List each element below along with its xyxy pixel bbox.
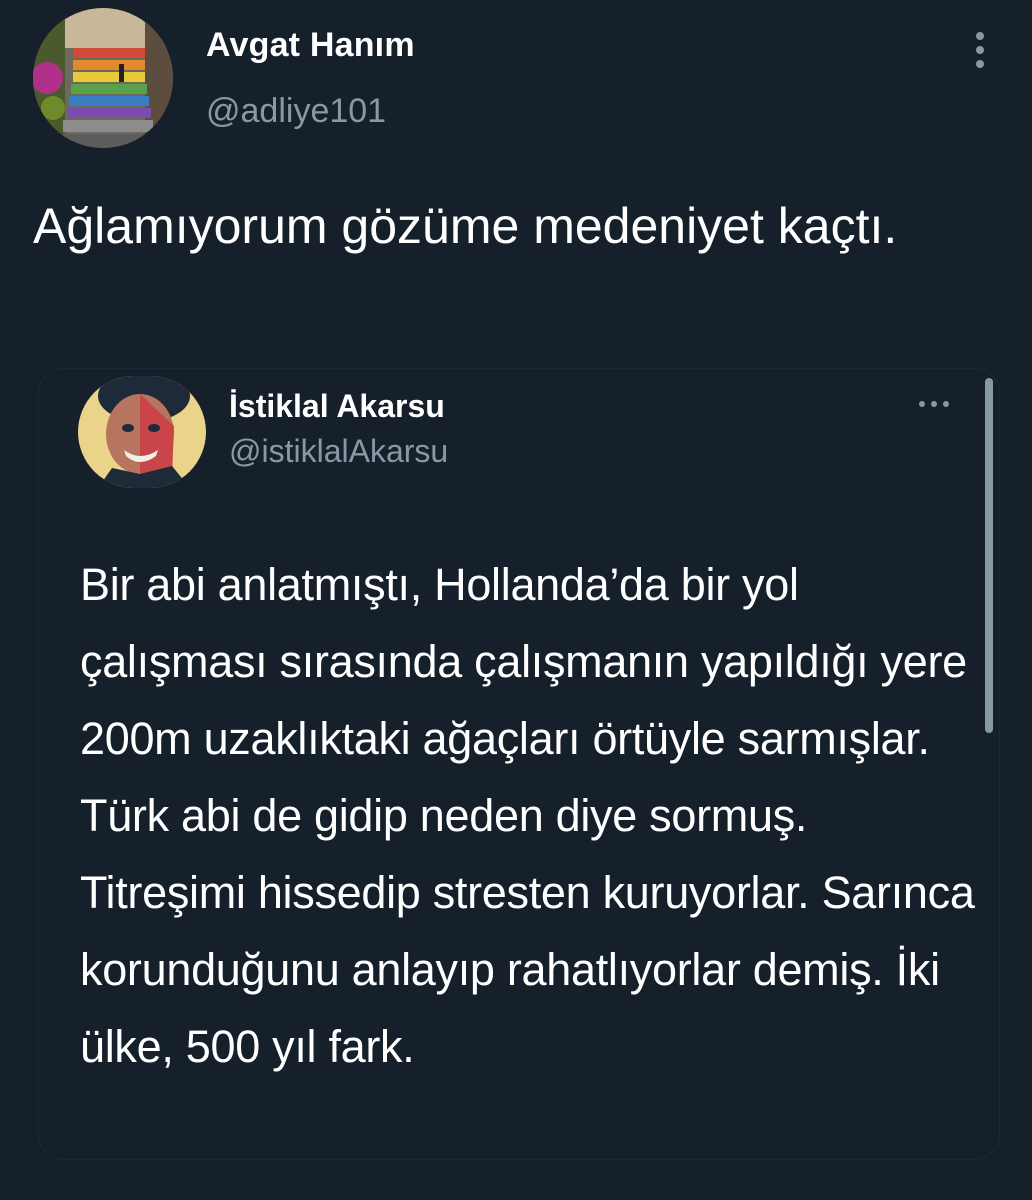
quote-scrollbar[interactable]	[985, 378, 993, 733]
author-avatar[interactable]	[33, 8, 173, 148]
author-name[interactable]: Avgat Hanım	[206, 26, 415, 65]
more-vertical-icon[interactable]	[966, 28, 994, 72]
stairs-photo-icon	[33, 8, 173, 148]
quoted-author-handle[interactable]: @istiklalAkarsu	[229, 433, 448, 470]
quoted-author-name[interactable]: İstiklal Akarsu	[229, 388, 445, 425]
quoted-author-avatar[interactable]	[78, 376, 206, 488]
quoted-tweet-text: Bir abi anlatmıştı, Hollanda’da bir yol …	[80, 559, 975, 1072]
tweet-text: Ağlamıyorum gözüme medeniyet kaçtı.	[33, 198, 898, 254]
tweet-detail-view: Avgat Hanım @adliye101 Ağlamıyorum gözüm…	[0, 0, 1032, 1200]
man-portrait-icon	[78, 376, 206, 488]
more-horizontal-icon[interactable]	[914, 392, 954, 416]
author-handle[interactable]: @adliye101	[206, 92, 386, 131]
